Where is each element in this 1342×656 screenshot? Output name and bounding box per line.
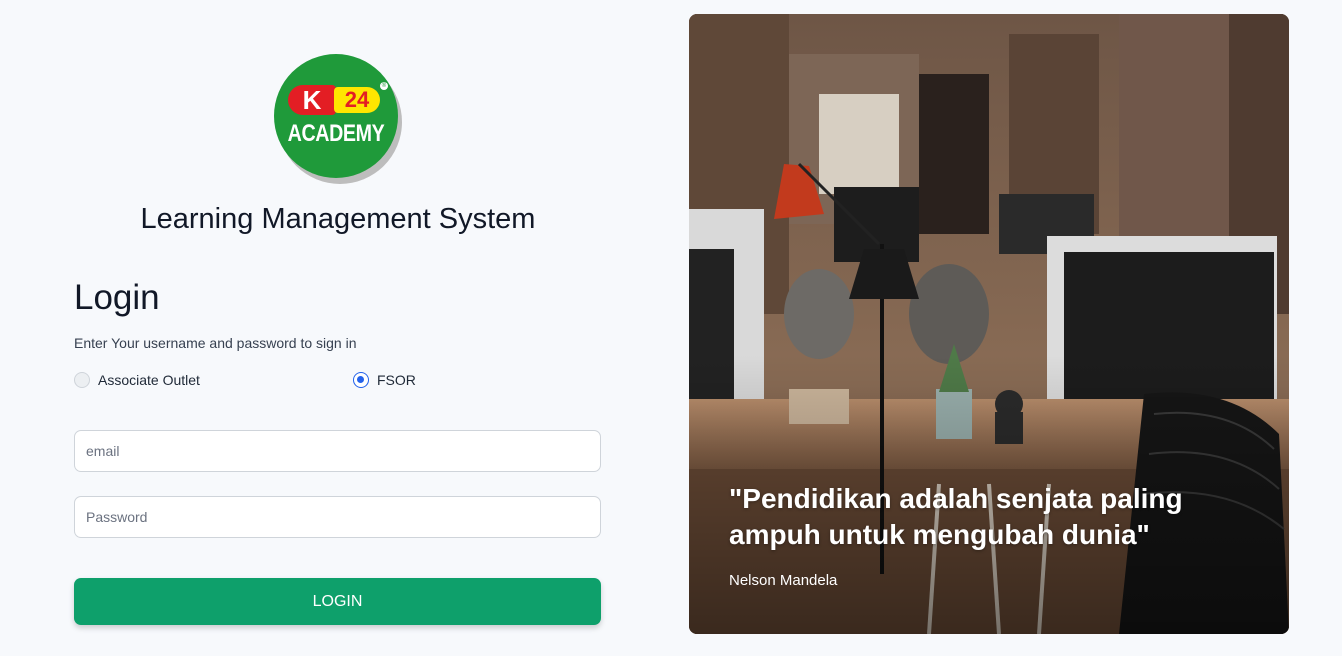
radio-fsor[interactable]: FSOR [353, 370, 416, 390]
logo-24: 24 [334, 87, 380, 113]
login-subtitle: Enter Your username and password to sign… [74, 335, 357, 351]
logo-circle: K 24 ® ACADEMY [274, 54, 398, 178]
registered-mark: ® [380, 82, 388, 90]
hero-quote: "Pendidikan adalah senjata paling ampuh … [729, 483, 1183, 550]
radio-label: FSOR [377, 372, 416, 388]
radio-button[interactable] [74, 372, 90, 388]
logo-badge: K 24 [288, 85, 386, 115]
email-field[interactable] [74, 430, 601, 472]
radio-label: Associate Outlet [98, 372, 200, 388]
password-field[interactable] [74, 496, 601, 538]
hero-quote-author: Nelson Mandela [729, 572, 838, 589]
logo-wordmark: ACADEMY [287, 120, 385, 147]
login-button[interactable]: LOGIN [74, 578, 601, 625]
app-title: Learning Management System [140, 203, 536, 235]
login-panel: K 24 ® ACADEMY Learning Management Syste… [0, 0, 676, 656]
login-heading: Login [74, 278, 160, 317]
logo-k: K [288, 85, 336, 115]
office-workspace-photo: "Pendidikan adalah senjata paling ampuh … [689, 14, 1289, 634]
k24-academy-logo: K 24 ® ACADEMY [274, 54, 402, 186]
radio-associate-outlet[interactable]: Associate Outlet [74, 370, 200, 390]
radio-button-selected[interactable] [353, 372, 369, 388]
